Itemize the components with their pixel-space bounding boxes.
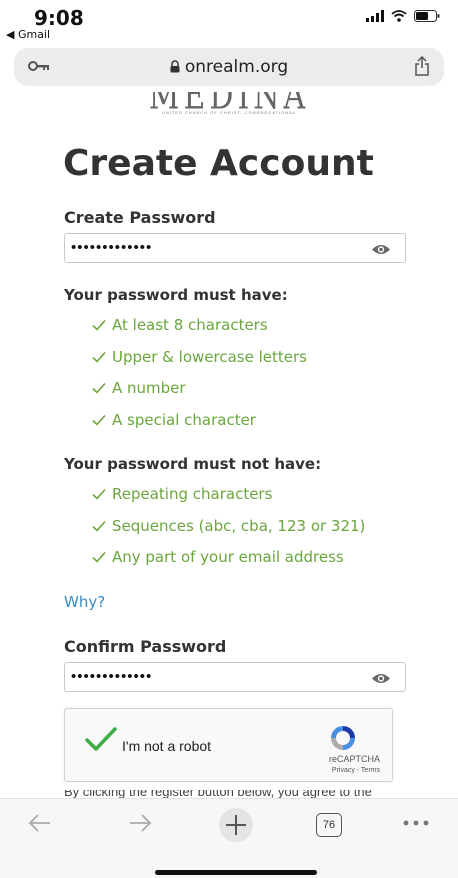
recaptcha-privacy-terms[interactable]: Privacy - Terms: [332, 767, 380, 774]
confirm-password-label: Confirm Password: [64, 637, 227, 656]
requirement-text: Any part of your email address: [112, 548, 344, 566]
must-not-have-heading: Your password must not have:: [64, 455, 322, 473]
requirement-item: At least 8 characters: [92, 316, 307, 348]
home-indicator: [155, 870, 317, 875]
share-icon[interactable]: [414, 56, 430, 76]
back-button[interactable]: [28, 813, 52, 833]
back-arrow-icon: [28, 814, 50, 832]
forward-arrow-icon: [130, 814, 152, 832]
requirement-text: A number: [112, 379, 186, 397]
register-agreement-line: By clicking the register button below, y…: [64, 790, 372, 798]
back-to-gmail-link[interactable]: ◀ Gmail: [6, 28, 50, 41]
password-masked-value: •••••••••••••: [71, 239, 153, 256]
confirm-masked-value: •••••••••••••: [71, 668, 153, 685]
show-password-eye-icon[interactable]: [371, 243, 391, 256]
clock: 9:08: [34, 6, 84, 30]
requirement-item: A special character: [92, 411, 307, 443]
check-icon: [92, 414, 106, 426]
recaptcha-widget[interactable]: I'm not a robot reCAPTCHA Privacy - Term…: [64, 708, 393, 782]
page-title: Create Account: [63, 143, 374, 184]
check-icon: [92, 488, 106, 500]
status-icons: [366, 10, 440, 22]
requirement-text: At least 8 characters: [112, 316, 268, 334]
recaptcha-brand: reCAPTCHA: [328, 754, 380, 764]
requirement-item: A number: [92, 379, 307, 411]
requirement-text: A special character: [112, 410, 256, 429]
requirement-item: Upper & lowercase letters: [92, 348, 307, 380]
check-icon: [92, 551, 106, 563]
check-icon: [92, 382, 106, 394]
recaptcha-label: I'm not a robot: [122, 738, 212, 754]
requirement-item: Repeating characters: [92, 485, 365, 517]
why-link[interactable]: Why?: [64, 593, 105, 611]
check-icon: [92, 319, 106, 331]
requirement-item: Any part of your email address: [92, 548, 365, 580]
new-tab-icon: [219, 808, 253, 842]
recaptcha-logo-icon: [331, 726, 355, 750]
confirm-password-input[interactable]: •••••••••••••: [64, 662, 406, 692]
new-tab-button[interactable]: [218, 807, 254, 843]
church-logo: MEDINA UNITED CHURCH OF CHRIST, CONGREGA…: [0, 92, 458, 120]
requirement-item: Sequences (abc, cba, 123 or 321): [92, 517, 365, 549]
create-password-input[interactable]: •••••••••••••: [64, 233, 406, 263]
browser-toolbar: 76: [0, 798, 458, 878]
more-icon: [403, 820, 429, 826]
tabs-button[interactable]: 76: [316, 813, 342, 837]
requirement-text: Upper & lowercase letters: [112, 347, 307, 366]
address-bar[interactable]: onrealm.org: [14, 48, 444, 86]
wifi-icon: [391, 10, 407, 22]
register-agreement-text: By clicking the register button below, y…: [64, 790, 404, 798]
check-icon: [92, 520, 106, 532]
url-text: onrealm.org: [184, 57, 289, 77]
create-password-label: Create Password: [64, 208, 216, 227]
recaptcha-checkmark-icon[interactable]: [85, 726, 117, 752]
status-bar: 9:08 ◀ Gmail: [0, 0, 458, 42]
tabs-icon: 76: [316, 813, 342, 837]
battery-icon: [414, 10, 440, 22]
check-icon: [92, 351, 106, 363]
lock-icon: [170, 60, 180, 73]
tab-count: 76: [322, 819, 336, 831]
must-have-heading: Your password must have:: [64, 286, 288, 304]
show-password-eye-icon[interactable]: [371, 672, 391, 685]
url-display[interactable]: onrealm.org: [14, 57, 444, 77]
more-button[interactable]: [402, 819, 430, 827]
forward-button[interactable]: [128, 813, 152, 833]
logo-wordmark: MEDINA: [148, 92, 310, 120]
requirement-text: Repeating characters: [112, 485, 273, 503]
must-have-list: At least 8 characters Upper & lowercase …: [92, 316, 307, 442]
signal-icon: [366, 10, 384, 22]
must-not-have-list: Repeating characters Sequences (abc, cba…: [92, 485, 365, 580]
requirement-text: Sequences (abc, cba, 123 or 321): [112, 516, 366, 535]
